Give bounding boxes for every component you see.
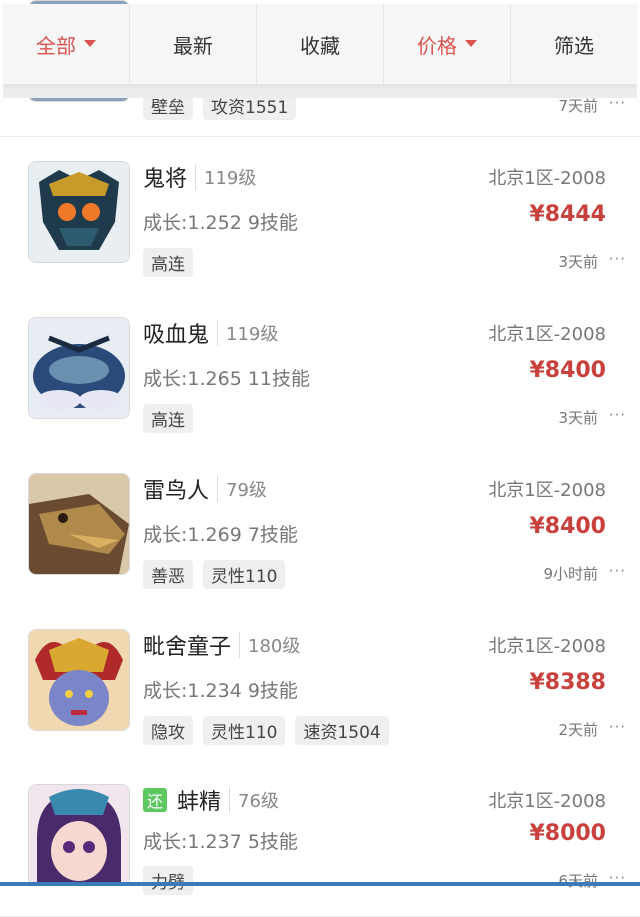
pet-name: 鬼将 [143,167,188,192]
more-options-icon[interactable]: ··· [609,250,626,268]
caret-down-icon [84,39,96,47]
tag: 灵性110 [203,560,286,589]
caret-down-icon [465,39,477,47]
server-name: 北京1区-2008 [488,636,606,657]
pet-level: 180级 [239,632,300,658]
listing-time: 7天前 [558,97,598,115]
pet-avatar [28,629,130,731]
growth-skills: 成长:1.237 5技能 [143,831,298,853]
pet-name-row: 雷鸟人 79级 [143,473,267,505]
pet-avatar [28,784,130,886]
price: ¥8444 [529,202,606,227]
more-options-icon[interactable]: ··· [609,718,626,736]
tag: 力劈 [143,866,193,895]
tab-filter-label: 筛选 [554,33,594,58]
pet-name: 雷鸟人 [143,479,210,504]
listing-time: 3天前 [558,409,598,427]
pet-name-row: 吸血鬼 119级 [143,317,278,349]
tag-list: 善恶 灵性110 [143,560,286,589]
tag: 速资1504 [295,716,389,745]
price: ¥8000 [529,821,606,846]
pet-level: 79级 [217,476,267,502]
tab-latest[interactable]: 最新 [130,4,257,84]
more-options-icon[interactable]: ··· [609,406,626,424]
tab-latest-label: 最新 [173,33,213,58]
growth-skills: 成长:1.269 7技能 [143,524,298,546]
tab-filter[interactable]: 筛选 [511,4,637,84]
pet-level: 76级 [229,787,279,813]
server-name: 北京1区-2008 [488,168,606,189]
tag: 高连 [143,248,193,277]
tag-list: 高连 [143,248,193,277]
listing-time: 6天前 [558,872,598,890]
pet-name-row: 还 蚌精 76级 [143,784,279,816]
growth-skills: 成长:1.265 11技能 [143,368,311,390]
pet-name: 蚌精 [177,790,222,815]
listing-time: 3天前 [558,253,598,271]
pet-level: 119级 [195,164,256,190]
bottom-edge-bar [0,882,640,886]
tab-all-label: 全部 [36,33,76,58]
tab-favorites[interactable]: 收藏 [257,4,384,84]
server-name: 北京1区-2008 [488,480,606,501]
server-name: 北京1区-2008 [488,324,606,345]
tab-bar-shadow [3,84,637,98]
more-options-icon[interactable]: ··· [609,562,626,580]
tag: 善恶 [143,560,193,589]
list-item[interactable]: 还 蚌精 76级 北京1区-2008 成长:1.237 5技能 ¥8000 力劈… [0,760,640,917]
pet-name-row: 毗舍童子 180级 [143,629,300,661]
tag: 隐攻 [143,716,193,745]
list-item[interactable]: 吸血鬼 119级 北京1区-2008 成长:1.265 11技能 ¥8400 高… [0,293,640,450]
server-name: 北京1区-2008 [488,791,606,812]
tag: 灵性110 [203,716,286,745]
price: ¥8388 [529,670,606,695]
return-badge: 还 [143,788,167,812]
tab-price[interactable]: 价格 [384,4,511,84]
price: ¥8400 [529,514,606,539]
tag-list: 隐攻 灵性110 速资1504 [143,716,389,745]
list-item[interactable]: 鬼将 119级 北京1区-2008 成长:1.252 9技能 ¥8444 高连 … [0,137,640,294]
pet-level: 119级 [217,320,278,346]
price: ¥8400 [529,358,606,383]
pet-name: 毗舍童子 [143,635,232,660]
tab-all[interactable]: 全部 [3,4,130,84]
growth-skills: 成长:1.234 9技能 [143,680,298,702]
tab-price-label: 价格 [417,33,457,58]
pet-avatar [28,473,130,575]
pet-avatar [28,161,130,263]
tag-list: 力劈 [143,866,193,895]
listing-time: 2天前 [558,721,598,739]
list-item[interactable]: 雷鸟人 79级 北京1区-2008 成长:1.269 7技能 ¥8400 善恶 … [0,449,640,606]
tag: 高连 [143,404,193,433]
growth-skills: 成长:1.252 9技能 [143,212,298,234]
tag-list: 高连 [143,404,193,433]
pet-name: 吸血鬼 [143,323,210,348]
list-item[interactable]: 毗舍童子 180级 北京1区-2008 成长:1.234 9技能 ¥8388 隐… [0,605,640,762]
listing-time: 9小时前 [543,565,598,583]
pet-avatar [28,317,130,419]
filter-tab-bar: 全部 最新 收藏 价格 筛选 [3,4,637,85]
tab-favorites-label: 收藏 [300,33,340,58]
pet-name-row: 鬼将 119级 [143,161,256,193]
